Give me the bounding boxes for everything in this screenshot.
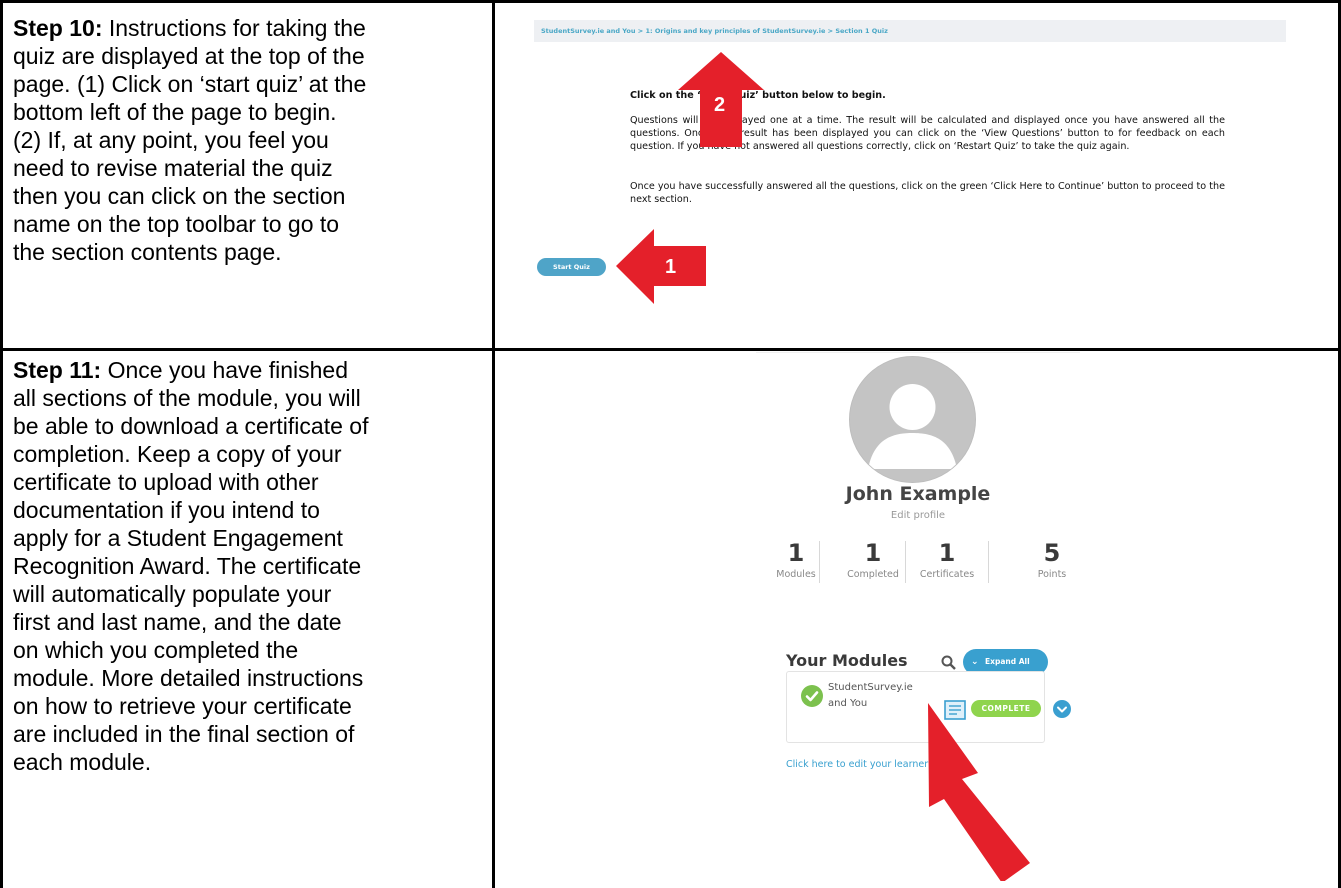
stat-points: 5 Points bbox=[1037, 539, 1067, 580]
callout-number-1: 1 bbox=[665, 256, 677, 278]
profile-name: John Example bbox=[845, 483, 991, 505]
table-border-left bbox=[0, 0, 3, 888]
step-heading: Step 11: bbox=[13, 357, 102, 383]
quiz-page-screenshot: StudentSurvey.ie and You > 1: Origins an… bbox=[497, 8, 1333, 346]
callout-arrow-left-icon bbox=[616, 229, 706, 304]
stat-modules: 1 Modules bbox=[776, 539, 816, 580]
table-border-top bbox=[0, 0, 1341, 3]
breadcrumb[interactable]: StudentSurvey.ie and You > 1: Origins an… bbox=[534, 20, 1286, 42]
stat-divider bbox=[819, 541, 820, 583]
stat-certificates: 1 Certificates bbox=[919, 539, 975, 580]
table-border-middle bbox=[492, 0, 495, 888]
search-icon[interactable] bbox=[941, 655, 956, 670]
callout-number-2: 2 bbox=[714, 94, 726, 116]
step-10-text: Step 10: Instructions for taking the qui… bbox=[13, 15, 367, 265]
start-quiz-button[interactable]: Start Quiz bbox=[537, 258, 606, 276]
avatar-icon[interactable] bbox=[849, 356, 976, 483]
check-circle-icon bbox=[801, 685, 823, 707]
profile-page-screenshot: John Example Edit profile 1 Modules 1 Co… bbox=[756, 352, 1080, 881]
step-11-text: Step 11: Once you have finished all sect… bbox=[13, 357, 369, 775]
your-modules-heading: Your Modules bbox=[786, 651, 908, 670]
stat-divider bbox=[988, 541, 989, 583]
step-heading: Step 10: bbox=[13, 15, 103, 41]
edit-profile-link[interactable]: Edit profile bbox=[756, 510, 1080, 521]
chevron-down-icon[interactable] bbox=[1053, 700, 1071, 718]
stat-completed: 1 Completed bbox=[847, 539, 899, 580]
quiz-continue-note: Once you have successfully answered all … bbox=[630, 181, 1225, 205]
table-border-row bbox=[0, 348, 1341, 351]
callout-arrow-diagonal-icon bbox=[928, 703, 1030, 881]
